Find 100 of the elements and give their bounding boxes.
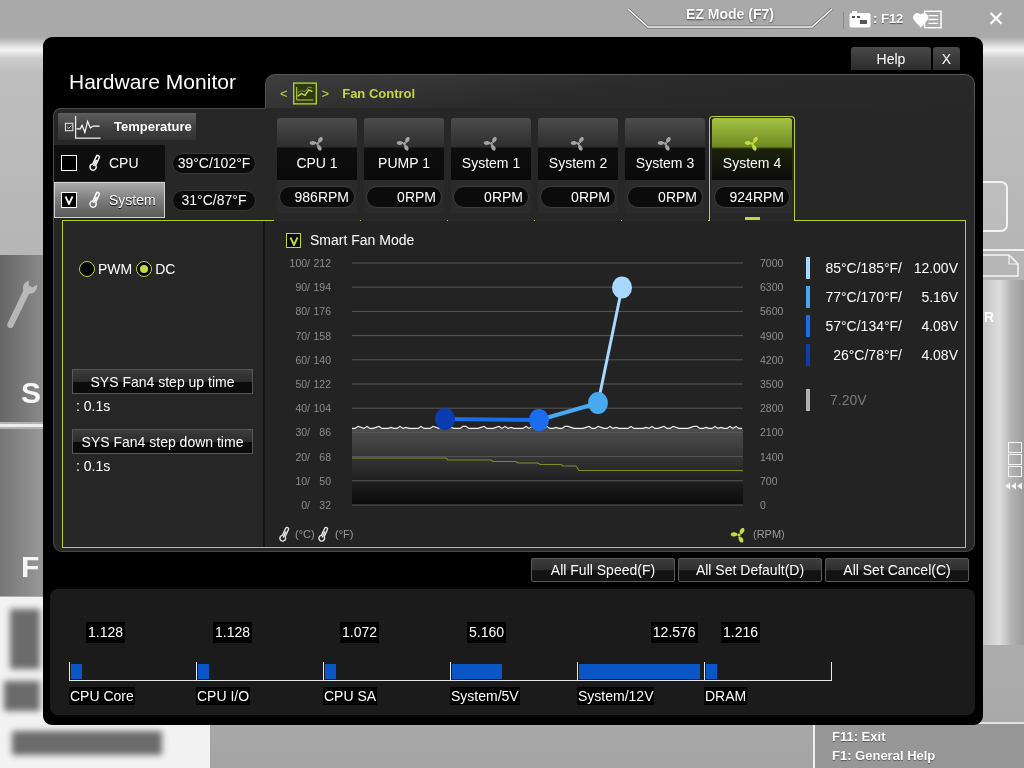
thermometer-icon bbox=[278, 526, 291, 543]
axis-label: 50/ bbox=[295, 378, 310, 390]
temperature-reading: 39°C/102°F bbox=[172, 152, 256, 174]
shortcut-label: : F12 bbox=[873, 10, 904, 28]
action-button[interactable]: All Set Default(D) bbox=[678, 558, 822, 582]
previous-button[interactable]: < bbox=[280, 85, 288, 102]
action-button[interactable]: All Set Cancel(C) bbox=[825, 558, 969, 582]
rpm-reading: 924RPM bbox=[714, 186, 790, 208]
fan-icon bbox=[308, 135, 326, 152]
unit-label: (RPM) bbox=[753, 528, 785, 540]
voltage-value: 12.576 bbox=[650, 622, 698, 643]
fan-icon bbox=[656, 135, 674, 152]
axis-label: 1400 bbox=[760, 450, 784, 463]
curve-voltage: 4.08V bbox=[921, 318, 958, 334]
window-title: Hardware Monitor bbox=[69, 71, 236, 93]
rpm-reading: 0RPM bbox=[366, 186, 442, 208]
axis-label: 176 bbox=[313, 305, 331, 318]
tile-label: F bbox=[21, 550, 40, 584]
current-voltage: 7.20V bbox=[830, 392, 867, 408]
rpm-reading: 0RPM bbox=[540, 186, 616, 208]
curve-temperature: 57°C/134°F/ bbox=[825, 318, 902, 334]
axis-label: 10/ bbox=[295, 474, 310, 487]
fan-tab[interactable]: System 2 0RPM bbox=[535, 116, 621, 221]
voltage-label: CPU SA bbox=[323, 687, 378, 705]
axis-label: 80/ bbox=[295, 305, 310, 318]
unit-label: (°C) bbox=[295, 528, 315, 540]
voltage-value: 1.216 bbox=[720, 622, 760, 643]
axis-label: 5600 bbox=[760, 305, 784, 318]
curve-point[interactable] bbox=[612, 276, 632, 299]
curve-point[interactable] bbox=[588, 392, 608, 414]
axis-label: 30/ bbox=[295, 426, 310, 439]
curve-voltage: 12.00V bbox=[913, 260, 958, 276]
axis-label: 158 bbox=[313, 329, 331, 342]
fan-icon bbox=[395, 135, 413, 152]
action-button[interactable]: All Full Speed(F) bbox=[531, 558, 675, 582]
voltage-value: 1.128 bbox=[85, 622, 125, 643]
step-time-button[interactable]: SYS Fan4 step down time bbox=[72, 429, 253, 454]
axis-label: 0 bbox=[760, 499, 766, 511]
voltage-label: System/5V bbox=[450, 687, 520, 705]
axis-label: 32 bbox=[319, 499, 331, 511]
radio-button[interactable] bbox=[79, 261, 95, 277]
curve-temperature: 77°C/170°F/ bbox=[825, 289, 902, 305]
axis-label: 4200 bbox=[760, 353, 784, 366]
section-title: Fan Control bbox=[342, 85, 416, 102]
axis-label: 86 bbox=[319, 426, 331, 439]
axis-label: 2100 bbox=[760, 426, 784, 439]
rpm-reading: 0RPM bbox=[627, 186, 703, 208]
fan-icon bbox=[743, 135, 761, 152]
voltage-value: 1.072 bbox=[339, 622, 379, 643]
axis-label: 6300 bbox=[760, 281, 784, 294]
help-text: F1: General Help bbox=[832, 747, 936, 765]
sensor-button[interactable]: CPU bbox=[54, 145, 165, 181]
close-button[interactable]: X bbox=[933, 47, 960, 70]
next-button[interactable]: > bbox=[321, 85, 330, 102]
radio-button[interactable] bbox=[136, 261, 153, 277]
curve-point[interactable] bbox=[435, 408, 455, 430]
help-text: F11: Exit bbox=[832, 728, 886, 746]
axis-label: 0/ bbox=[301, 499, 310, 511]
fan-tab[interactable]: System 1 0RPM bbox=[448, 116, 534, 221]
temperature-reading: 31°C/87°F bbox=[172, 189, 256, 211]
checkbox-label: Smart Fan Mode bbox=[310, 232, 415, 249]
axis-label: 104 bbox=[313, 402, 331, 415]
unit-label: (°F) bbox=[335, 528, 354, 540]
curve-temperature: 85°C/185°F/ bbox=[825, 260, 902, 276]
tile-label: S bbox=[21, 376, 41, 410]
fan-icon bbox=[482, 135, 500, 152]
radio-label: DC bbox=[155, 261, 176, 277]
step-time-button[interactable]: SYS Fan4 step up time bbox=[72, 369, 253, 394]
axis-label: 50 bbox=[319, 474, 331, 487]
voltage-label: System/12V bbox=[577, 687, 655, 705]
axis-label: 122 bbox=[313, 378, 331, 390]
help-button[interactable]: Help bbox=[851, 47, 931, 70]
folded-tab-icon bbox=[983, 254, 1019, 277]
rpm-reading: 0RPM bbox=[453, 186, 529, 208]
rpm-reading: 986RPM bbox=[279, 186, 355, 208]
curve-voltage: 5.16V bbox=[921, 289, 958, 305]
fan-tab[interactable]: System 4 924RPM bbox=[709, 116, 795, 221]
fan-icon bbox=[569, 135, 587, 152]
fan-tab[interactable]: System 3 0RPM bbox=[622, 116, 708, 221]
voltage-label: DRAM bbox=[704, 687, 748, 705]
axis-label: 2800 bbox=[760, 402, 784, 415]
voltage-label: CPU I/O bbox=[196, 687, 251, 705]
axis-label: 700 bbox=[760, 474, 778, 487]
step-time-value: : 0.1s bbox=[76, 458, 111, 474]
axis-label: 90/ bbox=[295, 281, 310, 294]
checkbox[interactable] bbox=[286, 233, 301, 248]
menu-tile[interactable]: S bbox=[0, 255, 43, 422]
axis-label: 100/ bbox=[289, 257, 310, 269]
thermometer-icon bbox=[88, 190, 102, 210]
fan-icon bbox=[730, 528, 745, 544]
thermometer-icon bbox=[88, 153, 102, 173]
axis-label: 70/ bbox=[295, 329, 310, 342]
sensor-button[interactable]: System bbox=[54, 182, 165, 218]
axis-label: 7000 bbox=[760, 257, 784, 269]
voltage-label: CPU Core bbox=[69, 687, 135, 705]
camera-icon[interactable] bbox=[849, 11, 871, 28]
fan-tab[interactable]: CPU 1 986RPM bbox=[274, 116, 360, 221]
fan-tab[interactable]: PUMP 1 0RPM bbox=[361, 116, 447, 221]
curve-voltage: 4.08V bbox=[921, 347, 958, 363]
axis-label: 40/ bbox=[295, 402, 310, 415]
